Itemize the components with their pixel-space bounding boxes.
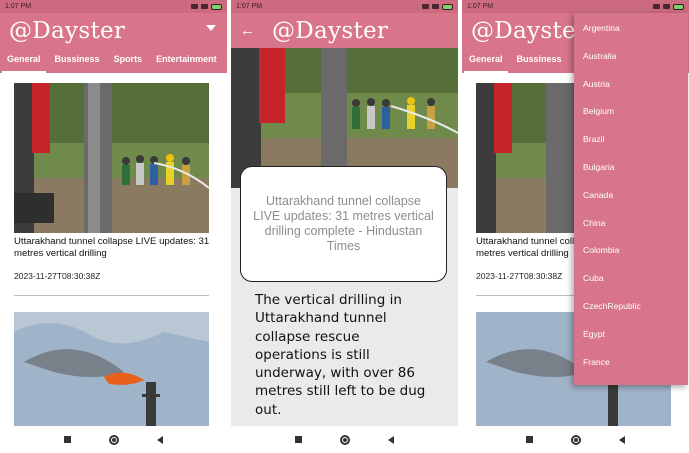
square-icon[interactable] bbox=[64, 436, 71, 443]
status-icons bbox=[422, 3, 453, 10]
news-feed: Uttarakhand tunnel collapse LIVE updates… bbox=[0, 73, 227, 426]
country-option[interactable]: Bulgaria bbox=[574, 154, 688, 182]
arrow-left-icon[interactable]: ← bbox=[240, 22, 255, 39]
feed-screen: 1:07 PM @Dayster General Bussiness Sport… bbox=[0, 0, 227, 453]
category-tabs: General Bussiness Sports Entertainment bbox=[0, 48, 227, 73]
status-bar: 1:07 PM bbox=[462, 0, 689, 13]
status-bar: 1:07 PM bbox=[231, 0, 458, 13]
screenshot-stage: 1:07 PM @Dayster General Bussiness Sport… bbox=[0, 0, 689, 453]
article-image[interactable] bbox=[14, 83, 209, 233]
article-date: 2023-11-27T08:30:38Z bbox=[476, 271, 563, 281]
country-option[interactable]: Austria bbox=[574, 71, 688, 99]
app-title: @Dayster bbox=[9, 17, 126, 44]
country-option[interactable]: Argentina bbox=[574, 15, 688, 43]
system-nav-bar bbox=[462, 426, 689, 453]
country-option[interactable]: Brazil bbox=[574, 126, 688, 154]
country-option[interactable]: Colombia bbox=[574, 237, 688, 265]
country-dropdown-menu: Argentina Australia Austria Belgium Braz… bbox=[574, 13, 688, 385]
status-icons bbox=[653, 3, 684, 10]
tab-business[interactable]: Bussiness bbox=[48, 48, 107, 73]
status-bar: 1:07 PM bbox=[0, 0, 227, 13]
circle-icon[interactable] bbox=[571, 434, 581, 445]
triangle-back-icon[interactable] bbox=[157, 435, 163, 444]
battery-icon bbox=[673, 3, 684, 10]
wifi-icon bbox=[201, 4, 208, 9]
country-option[interactable]: France bbox=[574, 349, 688, 377]
triangle-back-icon[interactable] bbox=[619, 435, 625, 444]
app-bar: ← @Dayster bbox=[231, 13, 458, 48]
feed-screen-with-menu: 1:07 PM @Dayster General Bussiness Uttar… bbox=[462, 0, 689, 453]
system-nav-bar bbox=[231, 426, 458, 453]
app-title: @Dayster bbox=[471, 17, 588, 44]
tab-entertainment[interactable]: Entertainment bbox=[149, 48, 224, 73]
square-icon[interactable] bbox=[295, 436, 302, 443]
country-option[interactable]: Belgium bbox=[574, 98, 688, 126]
status-time: 1:07 PM bbox=[236, 3, 263, 10]
status-time: 1:07 PM bbox=[5, 3, 32, 10]
tab-sports[interactable]: Sports bbox=[107, 48, 150, 73]
divider bbox=[14, 295, 209, 296]
tab-business[interactable]: Bussiness bbox=[510, 48, 569, 73]
signal-icon bbox=[191, 4, 198, 9]
square-icon[interactable] bbox=[526, 436, 533, 443]
status-time: 1:07 PM bbox=[467, 3, 494, 10]
circle-icon[interactable] bbox=[340, 434, 350, 445]
article-title-card: Uttarakhand tunnel collapse LIVE updates… bbox=[240, 166, 447, 282]
battery-icon bbox=[211, 3, 222, 10]
tab-general[interactable]: General bbox=[0, 48, 48, 73]
country-option[interactable]: China bbox=[574, 210, 688, 238]
app-bar: @Dayster bbox=[0, 13, 227, 48]
triangle-back-icon[interactable] bbox=[388, 435, 394, 444]
circle-icon[interactable] bbox=[109, 434, 119, 445]
wifi-icon bbox=[663, 4, 670, 9]
system-nav-bar bbox=[0, 426, 227, 453]
tab-general[interactable]: General bbox=[462, 48, 510, 73]
signal-icon bbox=[653, 4, 660, 9]
signal-icon bbox=[422, 4, 429, 9]
caret-down-icon[interactable] bbox=[206, 25, 216, 31]
country-option[interactable]: Egypt bbox=[574, 321, 688, 349]
article-title: Uttarakhand tunnel collapse LIVE updates… bbox=[253, 194, 434, 253]
article-image[interactable] bbox=[14, 312, 209, 426]
article-date: 2023-11-27T08:30:38Z bbox=[14, 271, 101, 281]
battery-icon bbox=[442, 3, 453, 10]
status-icons bbox=[191, 3, 222, 10]
country-option[interactable]: Canada bbox=[574, 182, 688, 210]
article-headline[interactable]: Uttarakhand tunnel collapse LIVE updates… bbox=[14, 236, 214, 260]
detail-screen: 1:07 PM ← @Dayster Uttarakhand tunnel co… bbox=[231, 0, 458, 453]
wifi-icon bbox=[432, 4, 439, 9]
country-option[interactable]: Australia bbox=[574, 43, 688, 71]
article-body: The vertical drilling in Uttarakhand tun… bbox=[255, 292, 426, 418]
country-option[interactable]: CzechRepublic bbox=[574, 293, 688, 321]
country-option[interactable]: Cuba bbox=[574, 265, 688, 293]
